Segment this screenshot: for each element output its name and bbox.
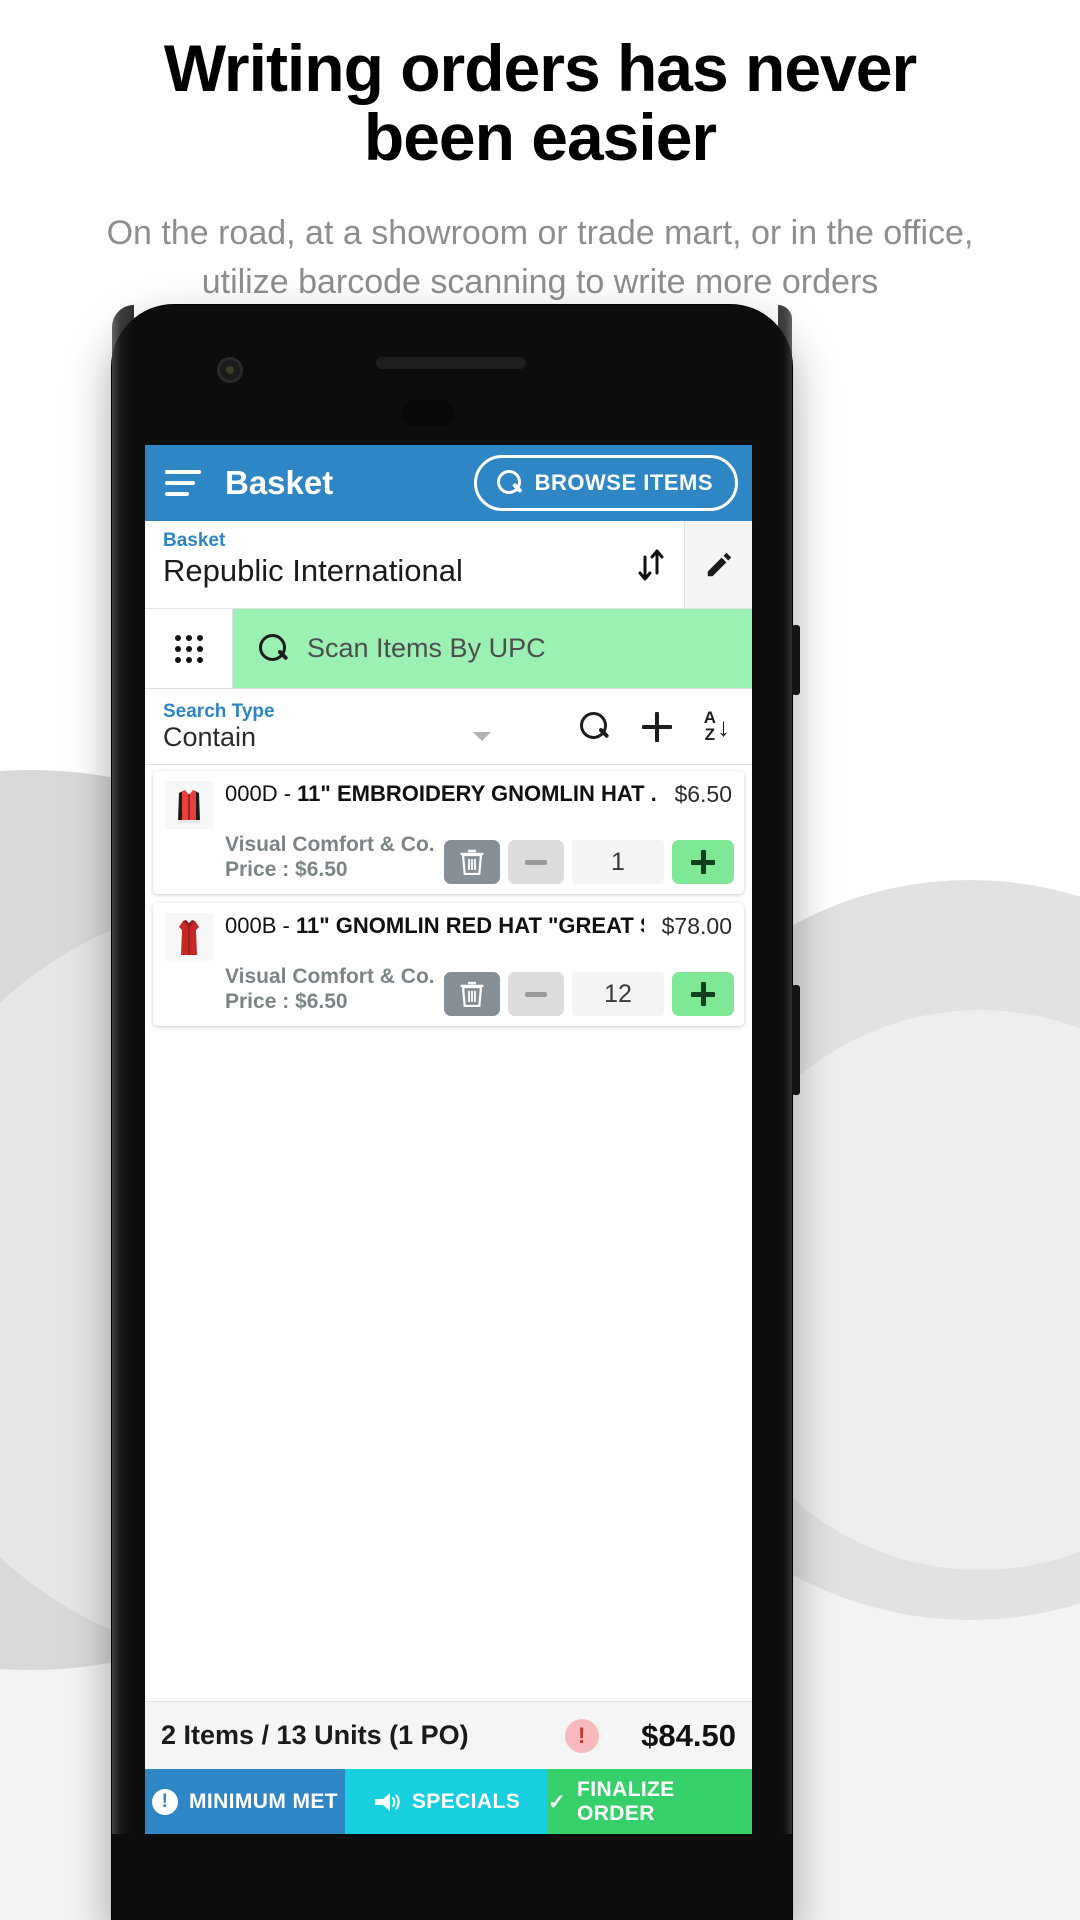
sort-letters: A Z bbox=[704, 709, 716, 744]
decrease-quantity-button[interactable] bbox=[508, 840, 564, 884]
item-name: 11" EMBROIDERY GNOMLIN HAT ... bbox=[297, 781, 657, 806]
info-exclamation-icon: ! bbox=[151, 1789, 178, 1815]
basket-customer-row[interactable]: Basket Republic International bbox=[145, 521, 752, 609]
megaphone-icon bbox=[373, 1791, 401, 1813]
quantity-stepper: 12 bbox=[444, 972, 734, 1016]
scan-input-placeholder: Scan Items By UPC bbox=[307, 633, 546, 663]
finalize-order-button[interactable]: ✓ FINALIZE ORDER bbox=[548, 1769, 752, 1835]
sort-arrow-icon: ↓ bbox=[717, 711, 730, 742]
phone-mockup: Basket BROWSE ITEMS Basket Republic Inte… bbox=[112, 305, 800, 1920]
search-icon[interactable] bbox=[579, 711, 610, 742]
swap-vertical-icon[interactable] bbox=[618, 521, 684, 608]
quantity-stepper: 1 bbox=[444, 840, 734, 884]
proximity-sensor bbox=[402, 400, 454, 426]
increase-quantity-button[interactable] bbox=[672, 972, 734, 1016]
customer-name: Republic International bbox=[163, 553, 463, 588]
search-icon bbox=[496, 470, 523, 496]
item-name: 11" GNOMLIN RED HAT "GREAT S... bbox=[295, 913, 644, 938]
search-type-label: Search Type bbox=[163, 700, 275, 722]
page-subtitle: On the road, at a showroom or trade mart… bbox=[106, 213, 974, 301]
front-camera-icon bbox=[217, 357, 243, 383]
earpiece-speaker bbox=[376, 357, 526, 369]
numeric-keypad-icon[interactable] bbox=[145, 609, 233, 688]
item-line-total: $6.50 bbox=[674, 781, 732, 807]
trash-icon bbox=[460, 981, 484, 1007]
phone-edge-right bbox=[778, 305, 792, 1920]
item-line-total: $78.00 bbox=[661, 913, 732, 939]
search-type-value: Contain bbox=[163, 721, 257, 752]
search-icon bbox=[259, 633, 289, 664]
swap-vertical-glyph bbox=[638, 549, 664, 580]
search-type-actions: A Z ↓ bbox=[579, 709, 752, 744]
sort-letter-z: Z bbox=[704, 724, 716, 744]
list-item[interactable]: 000D - 11" EMBROIDERY GNOMLIN HAT ... $6… bbox=[153, 771, 744, 894]
list-item[interactable]: 000B - 11" GNOMLIN RED HAT "GREAT S... $… bbox=[153, 903, 744, 1026]
specials-button[interactable]: SPECIALS bbox=[345, 1769, 548, 1835]
minimum-met-button[interactable]: ! MINIMUM MET bbox=[145, 1769, 345, 1835]
delete-item-button[interactable] bbox=[444, 840, 500, 884]
search-type-row: Search Type Contain A Z ↓ bbox=[145, 689, 752, 765]
order-totals-bar: 2 Items / 13 Units (1 PO) ! $84.50 bbox=[145, 1701, 752, 1769]
basket-label: Basket bbox=[163, 530, 226, 551]
pencil-edit-icon bbox=[704, 550, 734, 580]
minus-icon bbox=[525, 859, 547, 865]
bottom-action-bar: ! MINIMUM MET SPECIALS ✓ FINALIZE ORDER bbox=[145, 1769, 752, 1835]
sort-alpha-icon[interactable]: A Z ↓ bbox=[704, 709, 730, 744]
finalize-order-label: FINALIZE ORDER bbox=[577, 1778, 675, 1825]
specials-label: SPECIALS bbox=[411, 1790, 521, 1813]
browse-items-button[interactable]: BROWSE ITEMS bbox=[473, 455, 738, 511]
scan-upc-input[interactable]: Scan Items By UPC bbox=[233, 609, 752, 688]
item-title: 000B - 11" GNOMLIN RED HAT "GREAT S... bbox=[225, 913, 644, 938]
delete-item-button[interactable] bbox=[444, 972, 500, 1016]
app-bar-title: Basket bbox=[225, 464, 334, 501]
basket-item-list: 000D - 11" EMBROIDERY GNOMLIN HAT ... $6… bbox=[145, 765, 752, 1701]
red-dress-thumbnail bbox=[165, 913, 213, 961]
marketing-hero: Writing orders has never been easier On … bbox=[0, 0, 1080, 307]
plus-icon bbox=[691, 850, 715, 874]
minus-icon bbox=[525, 991, 547, 997]
app-bar: Basket BROWSE ITEMS bbox=[145, 445, 752, 521]
hamburger-menu-icon[interactable] bbox=[165, 470, 201, 496]
volume-button[interactable] bbox=[792, 625, 800, 695]
browse-items-label: BROWSE ITEMS bbox=[534, 470, 713, 495]
item-sku: 000D bbox=[225, 781, 278, 806]
order-total-amount: $84.50 bbox=[641, 1717, 736, 1753]
order-summary-text: 2 Items / 13 Units (1 PO) bbox=[161, 1720, 469, 1750]
item-title: 000D - 11" EMBROIDERY GNOMLIN HAT ... bbox=[225, 781, 656, 806]
item-header: 000D - 11" EMBROIDERY GNOMLIN HAT ... $6… bbox=[165, 781, 732, 829]
app-screen: Basket BROWSE ITEMS Basket Republic Inte… bbox=[145, 445, 752, 1835]
phone-edge-left bbox=[112, 305, 134, 1920]
item-header: 000B - 11" GNOMLIN RED HAT "GREAT S... $… bbox=[165, 913, 732, 961]
item-separator: - bbox=[276, 913, 296, 938]
item-sku: 000B bbox=[225, 913, 277, 938]
scan-row: Scan Items By UPC bbox=[145, 609, 752, 689]
minimum-met-label: MINIMUM MET bbox=[188, 1790, 339, 1813]
item-separator: - bbox=[277, 781, 298, 806]
increase-quantity-button[interactable] bbox=[672, 840, 734, 884]
decrease-quantity-button[interactable] bbox=[508, 972, 564, 1016]
keypad-dots bbox=[174, 634, 203, 663]
page-title: Writing orders has never been easier bbox=[163, 31, 917, 175]
minimum-met-glyph: ! bbox=[161, 1791, 169, 1812]
edit-basket-button[interactable] bbox=[684, 521, 752, 608]
warning-exclamation-icon[interactable]: ! bbox=[564, 1718, 599, 1753]
quantity-value[interactable]: 1 bbox=[572, 840, 664, 884]
power-button[interactable] bbox=[792, 985, 800, 1095]
phone-chin bbox=[112, 1834, 792, 1920]
warning-glyph: ! bbox=[577, 1722, 586, 1748]
plus-icon[interactable] bbox=[641, 711, 672, 742]
search-type-select[interactable]: Search Type Contain bbox=[163, 701, 513, 753]
chevron-down-icon bbox=[473, 731, 491, 741]
basket-info: Basket Republic International bbox=[145, 521, 618, 608]
check-icon: ✓ bbox=[548, 1790, 566, 1814]
plus-icon bbox=[691, 982, 715, 1006]
quantity-value[interactable]: 12 bbox=[572, 972, 664, 1016]
trash-icon bbox=[460, 849, 484, 875]
red-black-vest-thumbnail bbox=[165, 781, 213, 829]
